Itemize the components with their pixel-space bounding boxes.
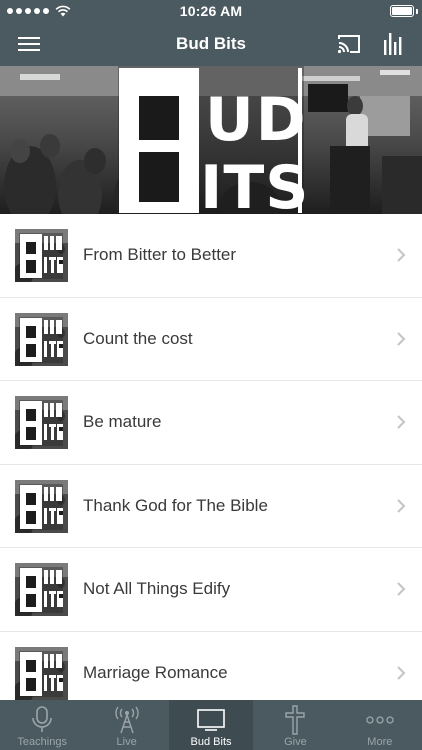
- tv-icon: [197, 709, 225, 731]
- list-item-chevron: [396, 665, 406, 681]
- list-item-chevron: [396, 498, 406, 514]
- tab-bar: Teachings Live Bud Bits Give More: [0, 700, 422, 750]
- tab-label: Bud Bits: [190, 736, 232, 748]
- banner-logo-text: UD: [205, 85, 308, 155]
- list-item-chevron: [396, 414, 406, 430]
- list-item-chevron: [396, 581, 406, 597]
- banner-image: UD ITS: [0, 66, 422, 214]
- series-thumbnail-icon: [15, 479, 68, 533]
- series-thumbnail-icon: [15, 396, 68, 449]
- list-item-title: Marriage Romance: [83, 662, 228, 682]
- tab-label: Give: [284, 736, 307, 748]
- battery-icon: [390, 5, 414, 17]
- tab-give[interactable]: Give: [253, 700, 337, 750]
- list-item-thumbnail: [15, 646, 68, 700]
- list-item-title: From Bitter to Better: [83, 245, 237, 264]
- svg-text:ITS: ITS: [200, 153, 309, 214]
- tab-more[interactable]: More: [338, 700, 422, 750]
- list-item[interactable]: From Bitter to Better: [0, 214, 422, 298]
- series-banner: UD ITS: [0, 66, 422, 214]
- list-item[interactable]: Not All Things Edify: [0, 548, 422, 632]
- status-bar: 10:26 AM: [0, 0, 422, 22]
- list-item-thumbnail: [15, 479, 68, 533]
- list-item-chevron: [396, 331, 406, 347]
- chevron-right-icon: [397, 665, 406, 680]
- series-thumbnail-icon: [15, 646, 68, 700]
- series-thumbnail-icon: [15, 312, 68, 366]
- tab-teachings[interactable]: Teachings: [0, 700, 84, 750]
- cast-button[interactable]: [334, 30, 364, 58]
- navigation-bar: Bud Bits: [0, 22, 422, 66]
- list-item-thumbnail: [15, 312, 68, 366]
- tab-bud-bits[interactable]: Bud Bits: [168, 700, 254, 750]
- tab-live[interactable]: Live: [84, 700, 168, 750]
- list-item-thumbnail: [15, 563, 68, 616]
- microphone-icon: [32, 706, 53, 732]
- list-item[interactable]: Thank God for The Bible: [0, 465, 422, 548]
- cast-icon: [337, 35, 360, 54]
- series-thumbnail-icon: [15, 229, 68, 282]
- list-item-title: Count the cost: [83, 328, 193, 348]
- equalizer-icon: [384, 33, 402, 55]
- list-item-title: Be mature: [83, 412, 162, 431]
- chevron-right-icon: [397, 582, 406, 596]
- series-thumbnail-icon: [15, 563, 68, 616]
- list-item-thumbnail: [15, 396, 68, 449]
- chevron-right-icon: [397, 415, 406, 429]
- tab-label: Live: [116, 736, 137, 748]
- list-item-title: Not All Things Edify: [83, 579, 231, 598]
- bud-bits-list: From Bitter to Better Count the cost Be ma…: [0, 214, 422, 700]
- audio-player-button[interactable]: [378, 30, 408, 58]
- more-dots-icon: [366, 716, 394, 724]
- status-time: 10:26 AM: [179, 3, 243, 19]
- list-item-chevron: [396, 247, 406, 263]
- list-item-thumbnail: [15, 229, 68, 282]
- chevron-right-icon: [397, 248, 406, 262]
- list-item[interactable]: Be mature: [0, 381, 422, 465]
- tab-label: Teachings: [17, 736, 67, 748]
- tab-label: More: [367, 736, 393, 748]
- list-item[interactable]: Marriage Romance: [0, 632, 422, 701]
- list-item-title: Thank God for The Bible: [83, 495, 268, 515]
- chevron-right-icon: [397, 331, 406, 346]
- broadcast-tower-icon: [114, 706, 139, 734]
- chevron-right-icon: [397, 498, 406, 513]
- cross-icon: [285, 705, 306, 735]
- list-item[interactable]: Count the cost: [0, 298, 422, 381]
